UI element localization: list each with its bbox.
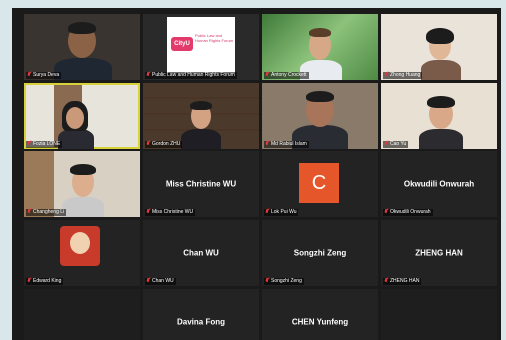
- participant-name-label: Md Rabiul Islam: [264, 141, 309, 148]
- participant-name-label: Zhong Huang: [383, 72, 423, 79]
- participant-tile-okwudili-onwurah[interactable]: Okwudili Onwurah Okwudili Onwurah: [381, 151, 497, 217]
- person-video: [421, 60, 461, 80]
- participant-tile-surya-deva[interactable]: Surya Deva: [24, 14, 140, 80]
- mic-muted-icon: [384, 72, 388, 77]
- person-hair: [68, 22, 96, 34]
- poster-title: Public Law and Human Rights Forum: [195, 33, 234, 43]
- person-video: [419, 129, 463, 149]
- participant-tile-songzhi-zeng[interactable]: Songzhi Zeng Songzhi Zeng: [262, 220, 378, 286]
- person-hair: [190, 101, 212, 110]
- participant-name-label: Songzhi Zeng: [264, 278, 304, 285]
- participant-tile-chan-wu[interactable]: Chan WU Chan WU: [143, 220, 259, 286]
- mic-muted-icon: [146, 209, 150, 214]
- mic-muted-icon: [384, 209, 388, 214]
- participant-tile-empty: [381, 289, 497, 340]
- person-hair: [309, 28, 331, 37]
- participant-name-label: Cao Yu: [383, 141, 409, 148]
- avatar-face: [70, 232, 90, 254]
- cityu-logo: CityU: [171, 37, 193, 51]
- participant-name-label: Antony Crockett: [264, 72, 309, 79]
- participant-tile-md-rabiul-islam[interactable]: Md Rabiul Islam: [262, 83, 378, 149]
- participant-name-label: Okwudili Onwurah: [383, 209, 433, 216]
- person-hair: [70, 164, 96, 175]
- person-hair: [306, 91, 334, 102]
- forum-poster: CityU Public Law and Human Rights Forum: [167, 17, 235, 73]
- mic-muted-icon: [27, 278, 31, 283]
- participant-tile-edward-king[interactable]: Edward King: [24, 220, 140, 286]
- participant-name-label: Lok Pui Wu: [264, 209, 299, 216]
- participant-display-name: Songzhi Zeng: [293, 248, 347, 258]
- participant-tile-empty: [24, 289, 140, 340]
- mic-muted-icon: [384, 141, 388, 146]
- participant-name-label: Edward King: [26, 278, 64, 285]
- participant-tile-changheng-li[interactable]: Changheng Li: [24, 151, 140, 217]
- mic-muted-icon: [27, 141, 31, 146]
- avatar: C: [299, 163, 339, 203]
- participant-tile-davina-fong[interactable]: Davina Fong: [143, 289, 259, 340]
- participant-tile-fozia-lone[interactable]: Fozia LONE: [24, 83, 140, 149]
- participant-display-name: ZHENG HAN: [415, 248, 463, 258]
- wall-background: [24, 151, 54, 217]
- participant-display-name: Davina Fong: [176, 317, 225, 327]
- mic-muted-icon: [265, 278, 269, 283]
- participant-display-name: Okwudili Onwurah: [403, 179, 475, 189]
- mic-muted-icon: [265, 209, 269, 214]
- mic-muted-icon: [146, 141, 150, 146]
- person-video: [62, 197, 104, 217]
- participant-tile-antony-crockett[interactable]: Antony Crockett: [262, 14, 378, 80]
- participant-tile-chen-yunfeng[interactable]: CHEN Yunfeng: [262, 289, 378, 340]
- participant-tile-zheng-han[interactable]: ZHENG HAN ZHENG HAN: [381, 220, 497, 286]
- participant-tile-public-law-forum[interactable]: CityU Public Law and Human Rights Forum …: [143, 14, 259, 80]
- participant-display-name: Chan WU: [183, 248, 219, 258]
- person-video: [181, 129, 221, 149]
- participant-name-label: Surya Deva: [26, 72, 62, 79]
- mic-muted-icon: [27, 209, 31, 214]
- video-meeting-gallery: Surya Deva CityU Public Law and Human Ri…: [12, 8, 501, 340]
- mic-muted-icon: [146, 72, 150, 77]
- participant-tile-lok-pui-wu[interactable]: C Lok Pui Wu: [262, 151, 378, 217]
- mic-muted-icon: [27, 72, 31, 77]
- participant-name-label: Chan WU: [145, 278, 176, 285]
- participant-tile-zhong-huang[interactable]: Zhong Huang: [381, 14, 497, 80]
- person-video: [54, 58, 112, 80]
- bookshelf: [143, 97, 259, 99]
- participant-tile-christine-wu[interactable]: Miss Christine WU Miss Christine WU: [143, 151, 259, 217]
- participant-name-label: ZHENG HAN: [383, 278, 422, 285]
- person-hair: [426, 28, 454, 44]
- mic-muted-icon: [384, 278, 388, 283]
- mic-muted-icon: [265, 72, 269, 77]
- participant-tile-cao-yu[interactable]: Cao Yu: [381, 83, 497, 149]
- participant-name-label: Fozia LONE: [26, 141, 63, 148]
- person-face: [66, 107, 84, 129]
- participant-name-label: Changheng Li: [26, 209, 67, 216]
- person-video: [58, 129, 94, 149]
- participant-name-label: Public Law and Human Rights Forum: [145, 72, 237, 79]
- participant-name-label: Gordon ZHU: [145, 141, 183, 148]
- participant-tile-gordon-zhu[interactable]: Gordon ZHU: [143, 83, 259, 149]
- participant-display-name: Miss Christine WU: [165, 179, 237, 189]
- mic-muted-icon: [146, 278, 150, 283]
- participant-display-name: CHEN Yunfeng: [291, 317, 349, 327]
- person-hair: [427, 96, 455, 108]
- mic-muted-icon: [265, 141, 269, 146]
- participant-name-label: Miss Christine WU: [145, 209, 196, 216]
